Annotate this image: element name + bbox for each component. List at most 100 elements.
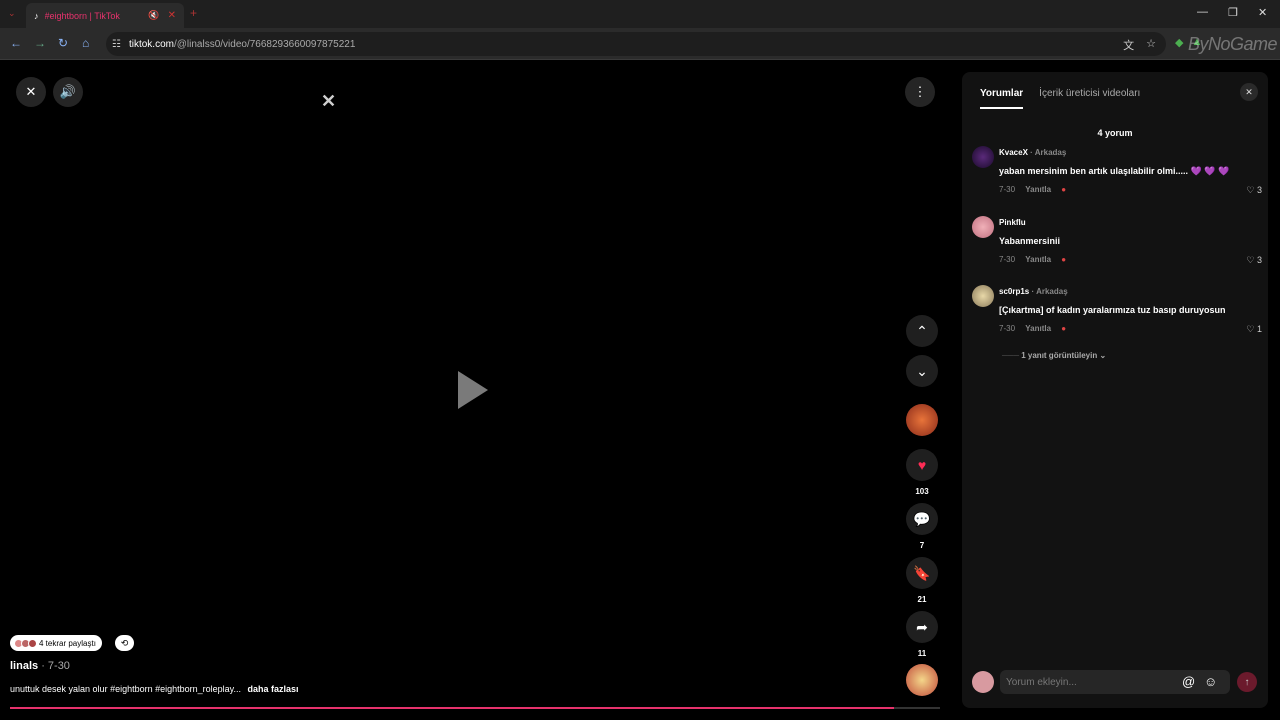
comment-like-count: 3 — [1256, 185, 1262, 195]
translate-icon[interactable]: 文 — [1123, 37, 1134, 53]
share-button[interactable]: ➦ — [906, 611, 938, 643]
avatar[interactable] — [972, 285, 994, 307]
navigation-bar: ← → ↻ ⌂ ☷ tiktok.com/@linalss0/video/766… — [0, 28, 1280, 60]
comment-user: Pinkflu — [999, 218, 1026, 227]
close-window-button[interactable]: ✕ — [1258, 6, 1267, 19]
reply-button[interactable]: Yanıtla — [1025, 324, 1051, 333]
previous-video-button[interactable]: ⌃ — [906, 315, 938, 347]
url-host: tiktok.com — [128, 38, 174, 50]
comment-meta: 7-30 Yanıtla ● — [999, 324, 1066, 333]
comment-like-count: 1 — [1256, 324, 1262, 334]
close-panel-button[interactable]: ✕ — [1240, 83, 1258, 101]
sticker-icon: ● — [1061, 324, 1067, 333]
tab-creator-videos[interactable]: İçerik üreticisi videoları — [1039, 88, 1140, 109]
video-player[interactable]: ✕ 🔊 ✕ ⋮ ⌃ ⌄ ♥ 103 💬 7 🔖 21 ➦ 11 4 tekrar… — [0, 61, 962, 720]
avatar[interactable] — [972, 146, 994, 168]
author-name[interactable]: linals — [10, 660, 38, 672]
extension-icon[interactable]: ◆ — [1175, 36, 1183, 49]
reply-button[interactable]: Yanıtla — [1025, 185, 1051, 194]
comment-text: [Çıkartma] of kadın yaralarımıza tuz bas… — [999, 305, 1226, 315]
comment-like-button[interactable]: ♡ 3 — [1246, 185, 1262, 196]
comment-username[interactable]: sc0rp1s — [999, 287, 1029, 296]
video-progress-fill — [10, 707, 894, 709]
panel-tabs: Yorumlar İçerik üreticisi videoları — [980, 88, 1140, 109]
tab-close-icon[interactable]: ✕ — [168, 10, 176, 21]
play-icon[interactable] — [458, 371, 488, 409]
comment-text: Yabanmersinii — [999, 236, 1061, 246]
video-caption: unuttuk desek yalan olur #eightborn #eig… — [10, 684, 299, 694]
comment-user: sc0rp1s · Arkadaş — [999, 287, 1068, 296]
music-disc-icon[interactable] — [906, 664, 938, 696]
comment-date: 7-30 — [999, 255, 1016, 264]
friend-label: · Arkadaş — [1030, 148, 1067, 157]
comment-meta: 7-30 Yanıtla ● — [999, 185, 1066, 194]
sticker-icon: ● — [1061, 255, 1067, 264]
repost-avatars — [14, 638, 37, 648]
more-options-button[interactable]: ⋮ — [905, 77, 935, 107]
new-tab-button[interactable]: + — [190, 6, 197, 20]
address-bar[interactable]: ☷ tiktok.com/@linalss0/video/76682936600… — [106, 32, 1166, 56]
avatar — [972, 671, 994, 693]
emoji-icon[interactable]: ☺ — [1204, 674, 1217, 689]
bookmark-count: 21 — [917, 595, 927, 604]
comment-input[interactable] — [1000, 670, 1230, 694]
comment-like-button[interactable]: ♡ 3 — [1246, 255, 1262, 266]
comment-meta: 7-30 Yanıtla ● — [999, 255, 1066, 264]
view-replies-label: 1 yanıt görüntüleyin — [1021, 351, 1098, 360]
friend-label: · Arkadaş — [1031, 287, 1068, 296]
chevron-down-icon: ⌄ — [1099, 351, 1107, 360]
send-button[interactable]: ↑ — [1237, 672, 1257, 692]
reply-button[interactable]: Yanıtla — [1025, 255, 1051, 264]
video-progress-bar[interactable] — [10, 707, 940, 709]
repost-label: 4 tekrar paylaştı — [39, 638, 96, 648]
comment-date: 7-30 — [999, 324, 1016, 333]
bookmark-star-icon[interactable]: ☆ — [1146, 37, 1156, 53]
comment-like-button[interactable]: ♡ 1 — [1246, 324, 1262, 335]
site-info-icon[interactable]: ☷ — [112, 39, 121, 50]
author-line: linals · 7-30 — [10, 660, 70, 672]
restore-button[interactable]: ❐ — [1228, 6, 1238, 19]
mention-icon[interactable]: @ — [1182, 674, 1195, 689]
watermark: ByNoGame — [1188, 34, 1278, 54]
next-video-button[interactable]: ⌄ — [906, 355, 938, 387]
tab-search-icon[interactable]: ⌄ — [8, 8, 20, 20]
capcut-logo-icon: ✕ — [321, 91, 337, 111]
forward-button[interactable]: → — [34, 36, 46, 50]
browser-tab[interactable]: ♪ #eightborn | TikTok 🔇 ✕ — [26, 3, 184, 28]
comment-username[interactable]: Pinkflu — [999, 218, 1026, 227]
close-video-button[interactable]: ✕ — [16, 77, 46, 107]
like-button[interactable]: ♥ — [906, 449, 938, 481]
sticker-icon: ● — [1061, 185, 1067, 194]
comment-button[interactable]: 💬 — [906, 503, 938, 535]
tab-title: #eightborn | TikTok — [44, 10, 120, 21]
comment-username[interactable]: KvaceX — [999, 148, 1028, 157]
tab-comments[interactable]: Yorumlar — [980, 88, 1024, 109]
bookmark-button[interactable]: 🔖 — [906, 557, 938, 589]
creator-avatar[interactable] — [906, 404, 938, 436]
tab-audio-icon[interactable]: 🔇 — [148, 10, 159, 21]
comment-date: 7-30 — [999, 185, 1016, 194]
tiktok-favicon-icon: ♪ — [34, 10, 39, 21]
caption-text: unuttuk desek yalan olur #eightborn #eig… — [10, 684, 241, 694]
comment-user: KvaceX · Arkadaş — [999, 148, 1066, 157]
repost-icon[interactable]: ⟲ — [115, 635, 134, 651]
divider-line: ─── — [1002, 351, 1022, 360]
comment-total: 4 yorum — [1097, 128, 1133, 138]
reload-button[interactable]: ↻ — [58, 36, 68, 50]
tab-bar: ⌄ ♪ #eightborn | TikTok 🔇 ✕ + — ❐ ✕ — [0, 0, 1280, 28]
post-date: · 7-30 — [41, 660, 70, 672]
url-path: /@linalss0/video/7668293660097875221 — [173, 38, 356, 50]
share-count: 11 — [917, 649, 927, 658]
comment-input-row: @ ☺ ↑ — [972, 670, 1258, 694]
avatar[interactable] — [972, 216, 994, 238]
comment-count: 7 — [919, 541, 925, 550]
minimize-button[interactable]: — — [1197, 6, 1208, 18]
repost-badge[interactable]: 4 tekrar paylaştı — [10, 635, 102, 651]
back-button[interactable]: ← — [10, 36, 22, 50]
view-replies-button[interactable]: ─── 1 yanıt görüntüleyin ⌄ — [1002, 351, 1106, 360]
comment-text: yaban mersinim ben artık ulaşılabilir ol… — [999, 166, 1230, 176]
home-button[interactable]: ⌂ — [82, 36, 89, 50]
more-link[interactable]: daha fazlası — [248, 684, 299, 694]
volume-button[interactable]: 🔊 — [53, 77, 83, 107]
comment-like-count: 3 — [1256, 255, 1262, 265]
